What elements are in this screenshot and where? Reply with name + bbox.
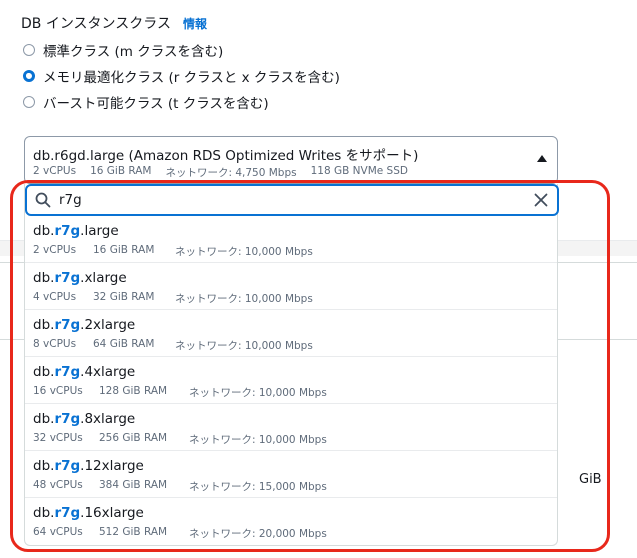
instance-class-heading: DB インスタンスクラス 情報	[21, 13, 207, 33]
selected-ssd: 118 GB NVMe SSD	[310, 165, 408, 177]
radio-icon-burstable[interactable]	[23, 96, 35, 108]
selected-instance-title: db.r6gd.large (Amazon RDS Optimized Writ…	[33, 148, 419, 164]
instance-class-label: DB インスタンスクラス	[21, 16, 171, 32]
selected-vcpus: 2 vCPUs	[33, 165, 77, 177]
radio-standard-classes[interactable]: 標準クラス (m クラスを含む)	[23, 40, 223, 60]
radio-icon-standard[interactable]	[23, 44, 35, 56]
radio-icon-memory-optimized[interactable]	[23, 70, 35, 82]
selected-ram: 16 GiB RAM	[90, 165, 152, 177]
selected-network: ネットワーク: 4,750 Mbps	[165, 167, 297, 179]
annotation-highlight-box	[10, 180, 610, 552]
radio-burstable-classes[interactable]: バースト可能クラス (t クラスを含む)	[23, 92, 269, 112]
radio-memory-optimized-classes[interactable]: メモリ最適化クラス (r クラスと x クラスを含む)	[23, 66, 340, 86]
radio-label-burstable: バースト可能クラス (t クラスを含む)	[43, 96, 269, 112]
radio-label-memory-optimized: メモリ最適化クラス (r クラスと x クラスを含む)	[43, 70, 340, 86]
radio-label-standard: 標準クラス (m クラスを含む)	[43, 44, 224, 60]
caret-up-icon[interactable]	[537, 155, 547, 162]
instance-class-select[interactable]: db.r6gd.large (Amazon RDS Optimized Writ…	[24, 136, 558, 184]
info-link[interactable]: 情報	[183, 15, 207, 32]
selected-instance-specs: 2 vCPUs 16 GiB RAM ネットワーク: 4,750 Mbps 11…	[33, 165, 408, 180]
